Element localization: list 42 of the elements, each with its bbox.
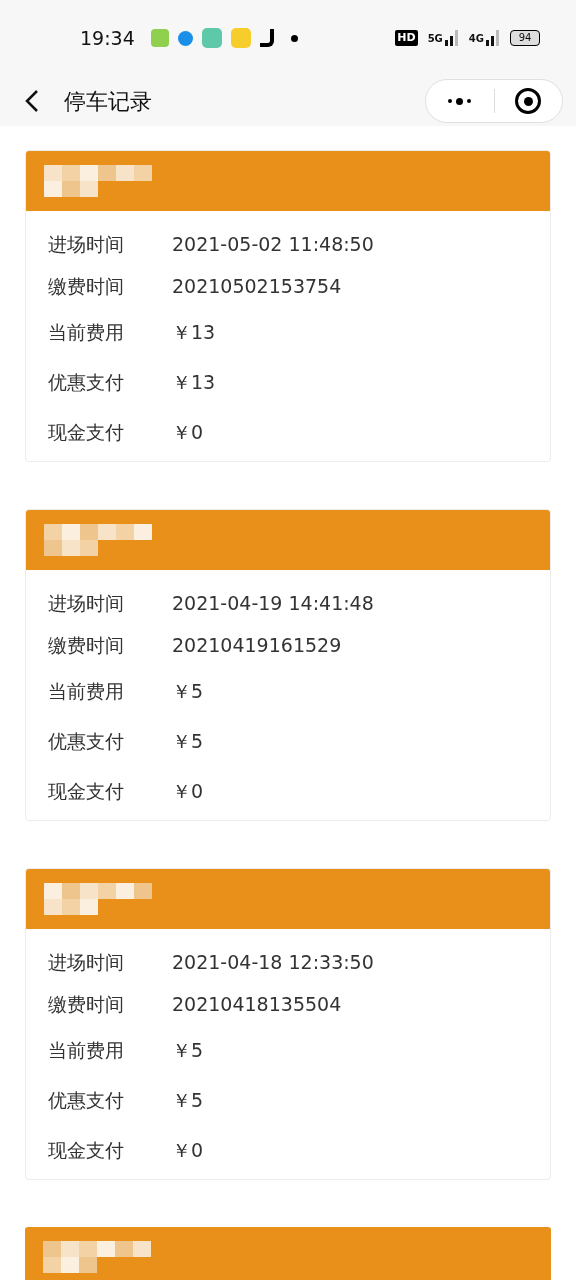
field-label: 当前费用	[48, 1037, 125, 1063]
field-label: 当前费用	[48, 678, 125, 704]
app-icon	[150, 29, 169, 47]
field-label: 进场时间	[48, 231, 125, 257]
field-label: 当前费用	[48, 319, 125, 345]
field-label: 现金支付	[48, 419, 125, 445]
app-icon	[230, 28, 251, 48]
field-value: 2021-05-02 11:48:50	[172, 231, 374, 257]
page-title: 停车记录	[64, 87, 152, 116]
field-value: 20210418135504	[172, 991, 342, 1017]
signal-icon	[486, 30, 500, 46]
app-icon	[177, 30, 193, 46]
field-value: ￥5	[172, 1087, 204, 1113]
field-value: ￥13	[172, 319, 216, 345]
field-value: ￥0	[172, 778, 204, 804]
field-label: 优惠支付	[48, 1087, 125, 1113]
field-label: 优惠支付	[48, 369, 125, 395]
field-label: 缴费时间	[48, 991, 125, 1017]
network-label: 4G	[468, 32, 484, 46]
network-label: HD	[395, 29, 418, 47]
field-value: 20210502153754	[172, 273, 342, 299]
field-label: 缴费时间	[48, 273, 125, 299]
field-value: ￥5	[172, 1037, 204, 1063]
field-label: 现金支付	[48, 1137, 125, 1163]
signal-icon	[444, 30, 459, 46]
field-label: 优惠支付	[48, 728, 125, 754]
field-value: 20210419161529	[172, 632, 342, 658]
field-value: 2021-04-19 14:41:48	[172, 590, 374, 616]
field-value: ￥5	[172, 728, 204, 754]
field-label: 进场时间	[48, 590, 125, 616]
field-value: ￥0	[172, 1137, 204, 1163]
field-value: ￥5	[172, 678, 204, 704]
field-value: 2021-04-18 12:33:50	[172, 949, 374, 975]
network-label: 5G	[427, 32, 443, 46]
field-label: 现金支付	[48, 778, 125, 804]
field-label: 进场时间	[48, 949, 125, 975]
field-value: ￥0	[172, 419, 204, 445]
field-label: 缴费时间	[48, 632, 125, 658]
status-time: 19:34	[80, 25, 135, 51]
battery-icon: 94	[510, 30, 540, 46]
field-value: ￥13	[172, 369, 216, 395]
app-icon	[201, 28, 222, 48]
